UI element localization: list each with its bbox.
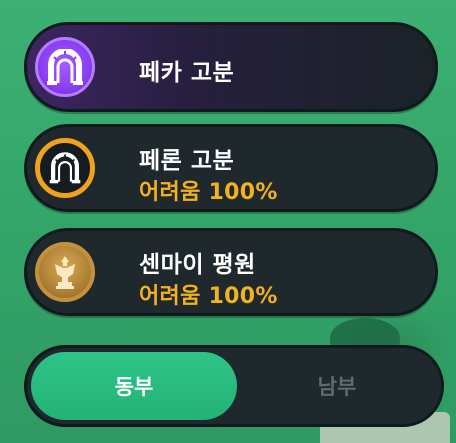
- difficulty-label: 어려움 100%: [139, 180, 278, 205]
- region-toggle: 동부 남부: [24, 345, 444, 427]
- difficulty-label: 어려움 100%: [139, 284, 278, 309]
- location-name: 페카 고분: [139, 60, 235, 86]
- tomb-arch-icon: [35, 138, 95, 198]
- region-option-east[interactable]: 동부: [31, 352, 237, 420]
- location-card-peron-tomb[interactable]: 페론 고분 어려움 100%: [24, 124, 438, 212]
- location-card-senmai-plain[interactable]: 센마이 평원 어려움 100%: [24, 228, 438, 316]
- guardian-statue-icon: [35, 242, 95, 302]
- region-option-south[interactable]: 남부: [237, 352, 437, 420]
- location-name: 센마이 평원: [139, 252, 256, 278]
- location-name: 페론 고분: [139, 148, 235, 174]
- location-card-peka-tomb[interactable]: 페카 고분: [24, 22, 438, 112]
- tomb-arch-icon: [35, 37, 95, 97]
